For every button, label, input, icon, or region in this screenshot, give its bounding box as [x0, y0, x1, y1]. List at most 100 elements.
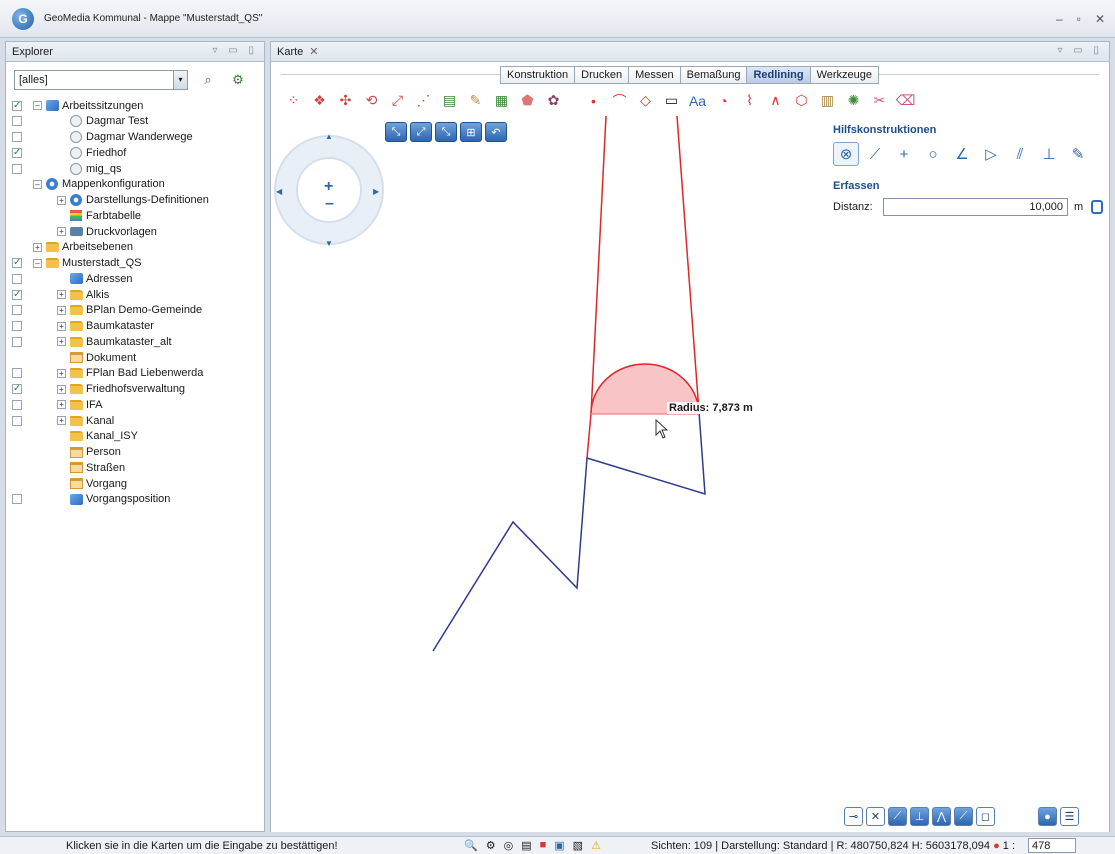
edit-tool-icon[interactable]: ✎	[465, 90, 486, 111]
triangle-construction-icon[interactable]: ▷	[978, 142, 1004, 166]
layer-checkbox[interactable]	[12, 163, 22, 174]
layer-checkbox[interactable]: ✓	[12, 147, 22, 158]
tree-item[interactable]: Kanal_ISY	[6, 429, 256, 444]
expand-icon[interactable]: +	[57, 416, 66, 425]
collapse-icon[interactable]: –	[33, 179, 42, 189]
expand-icon[interactable]: +	[33, 242, 42, 252]
tree-item[interactable]: ✓ – Musterstadt_QS	[6, 256, 256, 271]
tree-item[interactable]: + Druckvorlagen	[6, 224, 256, 239]
tree-item[interactable]: + Arbeitsebenen	[6, 240, 256, 255]
zoom-previous-icon[interactable]: ↶	[485, 122, 507, 142]
line-construction-icon[interactable]: ⟋	[862, 142, 888, 166]
curve-tool-icon[interactable]: ⌇	[739, 90, 760, 111]
expand-icon[interactable]: +	[57, 290, 66, 299]
tree-item[interactable]: ✓ Friedhof	[6, 145, 256, 160]
layer-checkbox[interactable]	[12, 336, 22, 347]
filter-search-icon[interactable]: ⌕	[198, 71, 218, 89]
text-tool-icon[interactable]: Aa	[687, 90, 708, 111]
snap-circle-icon[interactable]: ●	[1038, 807, 1057, 826]
restore-button[interactable]: ▫	[1077, 12, 1081, 26]
layer-checkbox[interactable]	[12, 116, 22, 127]
tree-item[interactable]: + BPlan Demo-Gemeinde	[6, 303, 256, 318]
delete-construction-icon[interactable]: ⊗	[833, 142, 859, 166]
zoom-full-icon[interactable]: ⊞	[460, 122, 482, 142]
snap-point-icon[interactable]: ⊸	[844, 807, 863, 826]
map-tab[interactable]: Karte ✕ ▿ ▭ ▯	[271, 42, 1109, 62]
navigation-control[interactable]: ▲ ▼ ◀ ▶ + –	[274, 132, 384, 248]
expand-icon[interactable]: +	[57, 305, 66, 315]
tree-tool-icon[interactable]: ⚙	[228, 71, 248, 89]
copy-tool-icon[interactable]: ❖	[309, 90, 330, 111]
angle-construction-icon[interactable]: ∠	[949, 142, 975, 166]
tree-item[interactable]: + FPlan Bad Liebenwerda	[6, 366, 256, 381]
point-construction-icon[interactable]: +	[891, 142, 917, 166]
snap-tangent-icon[interactable]: ⟋	[954, 807, 973, 826]
snap-perpendicular-icon[interactable]: ⊥	[910, 807, 929, 826]
collapse-icon[interactable]: –	[33, 258, 42, 268]
tree-icon[interactable]: ⚙	[486, 839, 496, 852]
tree-item[interactable]: – Mappenkonfiguration	[6, 177, 256, 192]
layer-checkbox[interactable]	[12, 415, 22, 426]
layer-checkbox[interactable]	[12, 273, 22, 284]
perpendicular-construction-icon[interactable]: ⊥	[1036, 142, 1062, 166]
lock-icon[interactable]	[1091, 200, 1103, 214]
image-icon[interactable]: ▧	[573, 839, 583, 852]
ribbon-tab-messen[interactable]: Messen	[629, 67, 681, 83]
parallel-construction-icon[interactable]: ⫽	[1007, 142, 1033, 166]
tree-item[interactable]: Straßen	[6, 460, 256, 475]
ribbon-tab-redlining[interactable]: Redlining	[747, 67, 811, 83]
layer-checkbox[interactable]: ✓	[12, 289, 22, 300]
snap-vertex-icon[interactable]: ⋀	[932, 807, 951, 826]
expand-icon[interactable]: +	[57, 227, 66, 236]
expand-icon[interactable]: +	[57, 384, 66, 394]
layer-checkbox[interactable]	[12, 399, 22, 410]
vertex-tool-icon[interactable]: ⋰	[413, 90, 434, 111]
attribute-tool-icon[interactable]: ▥	[817, 90, 838, 111]
globe-icon[interactable]: ◎	[504, 839, 514, 852]
layer-checkbox[interactable]	[12, 368, 22, 379]
point-tool-icon[interactable]: ⁘	[283, 90, 304, 111]
tree-item[interactable]: ✓ + Alkis	[6, 287, 256, 302]
layer-checkbox[interactable]	[12, 494, 22, 505]
zoom-in-icon[interactable]: ⤢	[410, 122, 432, 142]
tree-item[interactable]: Farbtabelle	[6, 208, 256, 223]
expand-icon[interactable]: +	[57, 400, 66, 410]
tree-item[interactable]: + Kanal	[6, 413, 256, 428]
tree-item[interactable]: ✓ – Arbeitssitzungen	[6, 98, 256, 113]
rotate-tool-icon[interactable]: ⟲	[361, 90, 382, 111]
clear-tool-icon[interactable]: ⌫	[895, 90, 916, 111]
map-canvas[interactable]: ▲ ▼ ◀ ▶ + – Radius: 7,873 m ⤡ ⤢ ⤡ ⊞ ↶ Hi…	[271, 116, 1109, 832]
tree-item[interactable]: + Baumkataster_alt	[6, 334, 256, 349]
snap-polygon-icon[interactable]: ◻	[976, 807, 995, 826]
tree-item[interactable]: ✓ + Friedhofsverwaltung	[6, 382, 256, 397]
ribbon-tab-drucken[interactable]: Drucken	[575, 67, 630, 83]
tree-item[interactable]: Dokument	[6, 350, 256, 365]
symbol-tool-icon[interactable]: ✺	[843, 90, 864, 111]
warning-icon[interactable]: ⚠	[591, 839, 601, 852]
minimize-button[interactable]: –	[1056, 12, 1063, 26]
filter-dropdown[interactable]: [alles] ▾	[14, 70, 188, 90]
polygon-tool-icon[interactable]: ◇	[635, 90, 656, 111]
ribbon-tab-werkzeuge[interactable]: Werkzeuge	[810, 67, 879, 83]
tree-item[interactable]: Dagmar Wanderwege	[6, 130, 256, 145]
dot-tool-icon[interactable]: •	[583, 90, 604, 111]
record-icon[interactable]: ■	[540, 839, 547, 852]
collapse-icon[interactable]: –	[33, 101, 42, 110]
ribbon-tab-konstruktion[interactable]: Konstruktion	[501, 67, 576, 83]
hatch-tool-icon[interactable]: ⬡	[791, 90, 812, 111]
snap-intersection-icon[interactable]: ✕	[866, 807, 885, 826]
polyline-tool-icon[interactable]: ⌒	[609, 90, 630, 111]
delete-tool-icon[interactable]: ✂	[869, 90, 890, 111]
layer-checkbox[interactable]: ✓	[12, 384, 22, 394]
tree-item[interactable]: Adressen	[6, 271, 256, 286]
move-tool-icon[interactable]: ✣	[335, 90, 356, 111]
expand-icon[interactable]: +	[57, 195, 66, 205]
arc-tool-icon[interactable]: ◔	[713, 90, 734, 111]
distance-input[interactable]: 10,000	[882, 198, 1069, 216]
circle-construction-icon[interactable]: ○	[920, 142, 946, 166]
snap-settings-icon[interactable]: ☰	[1060, 807, 1079, 826]
panel-menu-icon[interactable]: ▿ ▭ ▯	[212, 45, 258, 56]
layer-tool-icon[interactable]: ▤	[439, 90, 460, 111]
explorer-tab[interactable]: Explorer ▿ ▭ ▯	[6, 42, 264, 62]
tree-item[interactable]: + IFA	[6, 397, 256, 412]
